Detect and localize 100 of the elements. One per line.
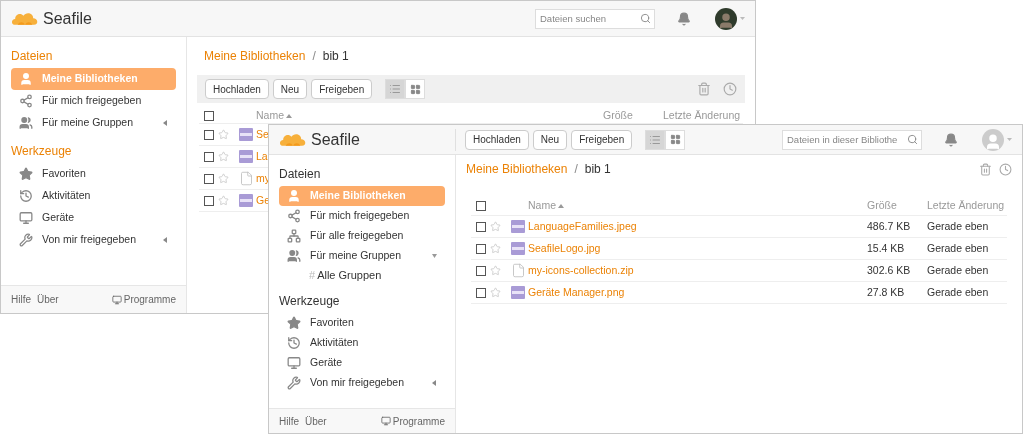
checkbox[interactable] [204,110,214,121]
sidebar-subitem[interactable]: # Alle Gruppen [279,266,445,284]
checkbox[interactable] [204,173,214,184]
sidebar-item[interactable]: Für mich freigegeben [279,206,445,226]
logo-text: Seafile [43,8,92,29]
toolbar-button[interactable]: Freigeben [571,129,633,150]
sidebar-item[interactable]: Aktivitäten [279,333,445,353]
sidebar-item[interactable]: Geräte [279,353,445,373]
modified-time: Gerade eben [927,284,989,300]
checkbox[interactable] [204,195,214,206]
checkbox[interactable] [476,221,486,232]
file-size: 27.8 KB [867,284,906,300]
search-icon [907,133,918,145]
column-header[interactable]: Name [256,107,292,124]
checkbox[interactable] [476,287,486,298]
trash-icon[interactable] [979,162,992,176]
file-icon [239,171,254,186]
toolbar-button[interactable]: Neu [272,79,308,99]
star-icon[interactable] [218,129,229,140]
checkbox[interactable] [476,243,486,254]
avatar[interactable] [715,7,737,30]
monitor-icon [19,211,33,225]
bell-icon[interactable] [944,132,958,147]
search-field[interactable]: Dateien suchen [535,8,655,29]
column-header[interactable]: Größe [603,107,633,124]
sidebar-item[interactable]: Für meine Gruppen [11,112,176,134]
footer-link[interactable]: Hilfe [279,413,299,429]
list-icon [649,133,662,146]
footer-link[interactable]: Hilfe [11,292,31,307]
section-heading: Werkzeuge [279,293,341,310]
section-heading: Dateien [11,48,54,65]
caret-icon [163,120,168,126]
image-file-icon [511,286,525,299]
bell-icon[interactable] [677,11,691,26]
file-size: 302.6 KB [867,262,912,278]
checkbox[interactable] [476,265,486,276]
star-icon[interactable] [490,265,501,276]
sidebar-item[interactable]: Von mir freigegeben [279,373,445,393]
column-header[interactable]: Letzte Änderung [927,197,1005,214]
image-file-icon [239,128,253,141]
history-icon [19,189,33,203]
sidebar-item[interactable]: Aktivitäten [11,185,176,207]
star-icon[interactable] [218,151,229,162]
checkbox[interactable] [204,129,214,140]
column-header[interactable]: Größe [867,197,897,214]
sidebar-item[interactable]: Favoriten [279,313,445,333]
toolbar-button[interactable]: Hochladen [205,79,269,99]
apps-link[interactable]: Programme [380,413,445,429]
grid-view-button[interactable] [405,79,426,99]
breadcrumb-separator: / [312,48,316,65]
star-icon[interactable] [490,243,501,254]
column-header[interactable]: Name [528,197,564,214]
users-icon [287,249,301,263]
toolbar-button[interactable]: Neu [532,129,568,150]
search-field[interactable]: Dateien in dieser Bibliothe [782,129,922,150]
footer-link[interactable]: Über [37,292,59,307]
list-view-button[interactable] [645,129,666,150]
column-header[interactable]: Letzte Änderung [663,107,741,124]
star-icon[interactable] [490,287,501,298]
toolbar-button[interactable]: Freigeben [311,79,373,99]
breadcrumb-current: bib 1 [322,48,349,65]
file-size: 15.4 KB [867,240,906,256]
monitor-icon [287,356,301,370]
share-icon [287,209,301,223]
section-heading: Werkzeuge [11,143,73,160]
clock-icon[interactable] [723,82,737,96]
clock-icon[interactable] [999,162,1012,176]
sidebar-item[interactable]: Geräte [11,207,176,229]
list-view-button[interactable] [385,79,406,99]
image-file-icon [239,150,253,163]
grid-icon [669,134,681,145]
apps-link[interactable]: Programme [111,292,176,307]
sidebar-item[interactable]: Für meine Gruppen [279,246,445,266]
sidebar-item[interactable]: Favoriten [11,163,176,185]
caret-icon[interactable] [740,17,745,20]
star-icon[interactable] [490,221,501,232]
trash-icon[interactable] [697,82,711,96]
breadcrumb-current: bib 1 [584,161,611,178]
grid-view-button[interactable] [665,129,686,150]
share-icon [19,94,33,108]
sort-icon [558,203,564,208]
user-icon [287,189,301,203]
checkbox[interactable] [476,200,486,211]
caret-icon [432,380,437,386]
star-icon[interactable] [218,173,229,184]
checkbox[interactable] [204,151,214,162]
image-file-icon [511,220,525,233]
toolbar-button[interactable]: Hochladen [465,129,529,150]
star-icon[interactable] [218,195,229,206]
sidebar-item[interactable]: Für mich freigegeben [11,90,176,112]
image-file-icon [239,194,253,207]
sidebar-item[interactable]: Von mir freigegeben [11,229,176,251]
file-size: 486.7 KB [867,218,912,234]
sidebar-item[interactable]: Für alle freigegeben [279,226,445,246]
footer-link[interactable]: Über [305,413,327,429]
logo-text: Seafile [311,129,360,150]
star-icon [19,167,33,181]
sort-icon [286,113,292,118]
grid-icon [409,83,421,95]
caret-icon[interactable] [1007,138,1012,141]
